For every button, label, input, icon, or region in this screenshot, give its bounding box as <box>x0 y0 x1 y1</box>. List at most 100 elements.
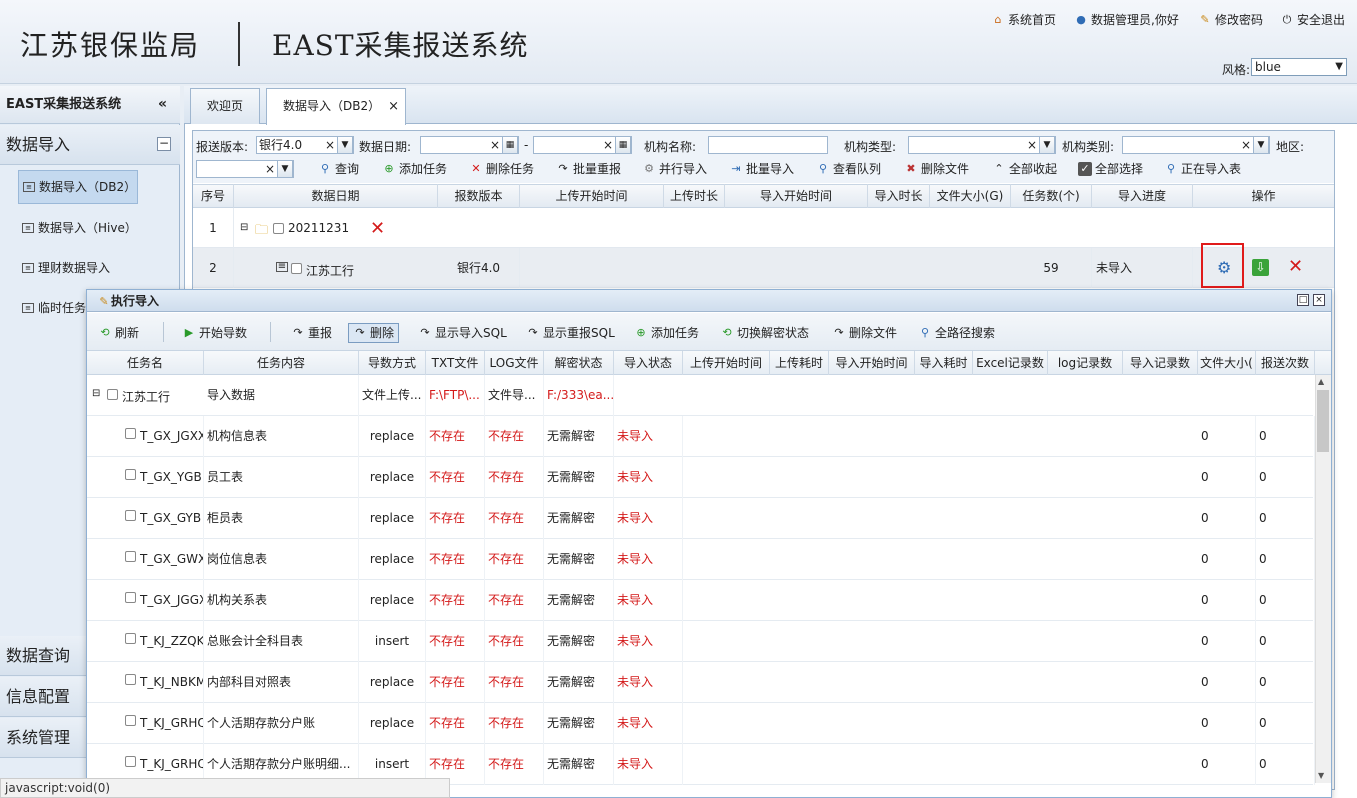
clear-icon[interactable]: × <box>265 161 275 177</box>
delete-icon[interactable]: ✕ <box>1288 256 1303 277</box>
sidebar-group-system[interactable]: 系统管理 <box>0 718 86 758</box>
decrypt-status: 无需解密 <box>544 457 614 498</box>
sidebar-group-config[interactable]: 信息配置 <box>0 677 86 717</box>
import-status: 未导入 <box>614 539 683 580</box>
scroll-down-icon[interactable]: ▼ <box>1318 771 1324 780</box>
sidebar-item-hive[interactable]: ≡ 数据导入（Hive） <box>18 211 138 245</box>
sidebar-item-db2[interactable]: ≡ 数据导入（DB2） <box>18 170 138 204</box>
row-checkbox[interactable] <box>125 469 136 480</box>
row-checkbox[interactable] <box>273 223 284 234</box>
add-task-button[interactable]: ⊕ 添加任务 <box>382 160 447 177</box>
row-checkbox[interactable] <box>125 551 136 562</box>
scroll-thumb[interactable] <box>1317 390 1329 452</box>
col-actions: 操作 <box>1251 189 1276 203</box>
chevron-down-icon[interactable]: ▼ <box>337 137 353 153</box>
resend-button[interactable]: ↷ 重报 <box>291 323 332 343</box>
row-checkbox[interactable] <box>125 715 136 726</box>
sidebar-item-wealth[interactable]: ≡ 理财数据导入 <box>18 251 138 285</box>
change-password-link[interactable]: ✎ 修改密码 <box>1198 11 1263 28</box>
delete-icon[interactable]: ✕ <box>370 218 385 239</box>
row-checkbox[interactable] <box>291 263 302 274</box>
collapse-tree-icon[interactable]: ⊟ <box>92 388 100 399</box>
date-end-input[interactable]: × ▦ <box>533 136 632 154</box>
row-checkbox[interactable] <box>125 510 136 521</box>
import-mode: replace <box>359 457 426 498</box>
date-start-input[interactable]: × ▦ <box>420 136 519 154</box>
style-select[interactable]: blue ▼ <box>1251 58 1347 76</box>
delete-task-button[interactable]: ✕ 删除任务 <box>469 160 534 177</box>
clear-icon[interactable]: × <box>325 137 335 153</box>
list-icon: ≡ <box>22 303 34 313</box>
clear-icon[interactable]: × <box>1027 137 1037 153</box>
importing-tables-button[interactable]: ⚲ 正在导入表 <box>1164 160 1241 177</box>
clear-icon[interactable]: × <box>1241 137 1251 153</box>
collapse-tree-icon[interactable]: ⊟ <box>240 222 248 233</box>
close-icon[interactable]: × <box>388 99 399 114</box>
start-import-button[interactable]: ▶ 开始导数 <box>182 323 247 343</box>
table-row[interactable] <box>193 208 1334 248</box>
org-category-select[interactable]: × ▼ <box>1122 136 1270 154</box>
dialog-delete-file-button[interactable]: ↷ 删除文件 <box>832 323 897 343</box>
task-content: 柜员表 <box>204 498 359 539</box>
close-icon[interactable]: × <box>1313 294 1325 306</box>
col-seq: 序号 <box>193 184 234 208</box>
delete-button[interactable]: ↷ 删除 <box>348 323 400 343</box>
calendar-icon[interactable]: ▦ <box>615 137 631 153</box>
show-import-sql-button[interactable]: ↷ 显示导入SQL <box>418 323 506 343</box>
clear-icon[interactable]: × <box>603 137 613 153</box>
col-date: 数据日期 <box>234 184 438 208</box>
row-checkbox[interactable] <box>125 633 136 644</box>
batch-import-button[interactable]: ⇥ 批量导入 <box>729 160 794 177</box>
toggle-decrypt-button[interactable]: ⟲ 切换解密状态 <box>720 323 809 343</box>
org-type-select[interactable]: × ▼ <box>908 136 1056 154</box>
col-import-cost: 导入耗时 <box>915 351 973 375</box>
row-checkbox[interactable] <box>125 592 136 603</box>
full-path-search-button[interactable]: ⚲ 全路径搜索 <box>918 323 995 343</box>
chevron-down-icon[interactable]: ▼ <box>1039 137 1055 153</box>
parallel-import-button[interactable]: ⚙ 并行导入 <box>642 160 707 177</box>
send-count: 0 <box>1256 662 1315 703</box>
chevron-down-icon[interactable]: ▼ <box>1253 137 1269 153</box>
download-icon[interactable]: ⇩ <box>1252 259 1269 276</box>
import-status: 未导入 <box>614 416 683 457</box>
logout-link[interactable]: ⏻ 安全退出 <box>1280 11 1345 28</box>
clear-icon[interactable]: × <box>490 137 500 153</box>
col-task-content: 任务内容 <box>204 351 359 375</box>
region-select[interactable]: × ▼ <box>196 160 294 178</box>
row-checkbox[interactable] <box>125 756 136 767</box>
col-version: 报数版本 <box>438 184 520 208</box>
batch-resend-button[interactable]: ↷ 批量重报 <box>556 160 621 177</box>
import-mode: replace <box>359 662 426 703</box>
task-name: T_GX_JGXX <box>137 416 204 457</box>
query-button[interactable]: ⚲ 查询 <box>318 160 359 177</box>
col-upload-duration: 上传时长 <box>664 184 725 208</box>
row-checkbox[interactable] <box>125 428 136 439</box>
dialog-toolbar <box>87 313 1331 351</box>
tab-data-import-db2[interactable]: 数据导入（DB2） × <box>266 88 406 125</box>
version-select[interactable]: 银行4.0 × ▼ <box>256 136 354 154</box>
show-resend-sql-button[interactable]: ↷ 显示重报SQL <box>526 323 614 343</box>
calendar-icon[interactable]: ▦ <box>502 137 518 153</box>
task-content: 员工表 <box>204 457 359 498</box>
user-link[interactable]: ● 数据管理员,你好 <box>1074 11 1179 28</box>
row-checkbox[interactable] <box>107 389 118 400</box>
sidebar-group-data-import[interactable]: 数据导入 <box>0 125 180 165</box>
org-name-input[interactable] <box>708 136 828 154</box>
row-checkbox[interactable] <box>125 674 136 685</box>
maximize-icon[interactable]: □ <box>1297 294 1309 306</box>
col-file-size: 文件大小(G) <box>930 184 1011 208</box>
collapse-group-icon[interactable]: − <box>157 137 171 151</box>
edit-icon: ✎ <box>99 295 109 308</box>
sidebar-group-query[interactable]: 数据查询 <box>0 636 86 676</box>
select-all-button[interactable]: ✓ 全部选择 <box>1078 160 1143 177</box>
collapse-sidebar-button[interactable]: « <box>158 96 167 112</box>
refresh-button[interactable]: ⟲ 刷新 <box>98 323 139 343</box>
scroll-up-icon[interactable]: ▲ <box>1318 377 1324 386</box>
tab-welcome[interactable]: 欢迎页 <box>190 88 260 124</box>
chevron-down-icon[interactable]: ▼ <box>277 161 293 177</box>
dialog-add-task-button[interactable]: ⊕ 添加任务 <box>634 323 699 343</box>
home-link[interactable]: ⌂ 系统首页 <box>991 11 1057 28</box>
delete-file-button[interactable]: ✖ 删除文件 <box>904 160 969 177</box>
view-queue-button[interactable]: ⚲ 查看队列 <box>816 160 881 177</box>
collapse-all-button[interactable]: ⌃ 全部收起 <box>992 160 1057 177</box>
